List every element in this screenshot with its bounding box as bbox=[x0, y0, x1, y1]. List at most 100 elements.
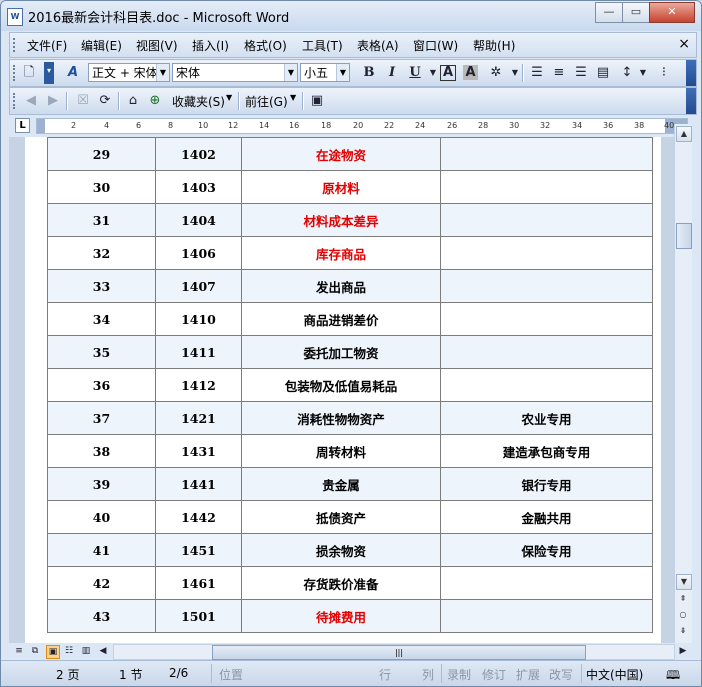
account-name-cell[interactable]: 贵金属 bbox=[241, 467, 441, 501]
account-name-cell[interactable]: 包装物及低值易耗品 bbox=[241, 368, 441, 402]
menu-help[interactable]: 帮助(H) bbox=[473, 37, 515, 54]
chevron-down-icon[interactable]: ▼ bbox=[156, 64, 169, 81]
account-name-cell[interactable]: 材料成本差异 bbox=[241, 203, 441, 237]
account-code-cell[interactable]: 1421 bbox=[155, 401, 242, 435]
select-browse-object-icon[interactable]: ○ bbox=[676, 608, 690, 622]
account-name-cell[interactable]: 在途物资 bbox=[241, 137, 441, 171]
font-select[interactable]: 宋体 ▼ bbox=[172, 63, 298, 82]
account-code-cell[interactable]: 1442 bbox=[155, 500, 242, 534]
menu-file[interactable]: 文件(F) bbox=[27, 37, 67, 54]
remark-cell[interactable]: 农业专用 bbox=[440, 401, 653, 435]
account-name-cell[interactable]: 原材料 bbox=[241, 170, 441, 204]
go-menu[interactable]: 前往(G) bbox=[245, 93, 288, 110]
remark-cell[interactable] bbox=[440, 599, 653, 633]
account-code-cell[interactable]: 1402 bbox=[155, 137, 242, 171]
styles-formatting-icon[interactable]: A bbox=[64, 64, 82, 82]
account-code-cell[interactable]: 1461 bbox=[155, 566, 242, 600]
account-code-cell[interactable]: 1406 bbox=[155, 236, 242, 270]
maximize-button[interactable]: ▭ bbox=[622, 2, 650, 23]
row-number-cell[interactable]: 35 bbox=[47, 335, 156, 369]
web-layout-view-icon[interactable]: ⧉ bbox=[29, 645, 41, 657]
font-size-select[interactable]: 小五 ▼ bbox=[300, 63, 350, 82]
status-record[interactable]: 录制 bbox=[447, 666, 471, 683]
underline-button[interactable]: U bbox=[406, 64, 424, 82]
row-number-cell[interactable]: 42 bbox=[47, 566, 156, 600]
remark-cell[interactable] bbox=[440, 335, 653, 369]
horizontal-scroll-thumb[interactable]: ||| bbox=[212, 645, 586, 660]
row-number-cell[interactable]: 31 bbox=[47, 203, 156, 237]
character-scaling-icon[interactable]: ✲ bbox=[487, 64, 505, 82]
scroll-down-icon[interactable]: ▼ bbox=[676, 574, 692, 590]
vertical-scrollbar[interactable]: ▲ ▼ ⇞ ○ ⇟ bbox=[674, 124, 692, 644]
horizontal-ruler[interactable]: 2 4 6 8 10 12 14 16 18 20 22 24 26 28 30… bbox=[36, 118, 688, 134]
account-name-cell[interactable]: 库存商品 bbox=[241, 236, 441, 270]
account-code-cell[interactable]: 1410 bbox=[155, 302, 242, 336]
menu-edit[interactable]: 编辑(E) bbox=[81, 37, 122, 54]
row-number-cell[interactable]: 29 bbox=[47, 137, 156, 171]
previous-page-icon[interactable]: ⇞ bbox=[676, 592, 690, 606]
row-number-cell[interactable]: 39 bbox=[47, 467, 156, 501]
scroll-right-icon[interactable]: ▶ bbox=[677, 645, 689, 657]
remark-cell[interactable]: 金融共用 bbox=[440, 500, 653, 534]
status-track-changes[interactable]: 修订 bbox=[482, 666, 506, 683]
search-web-icon[interactable]: ⊕ bbox=[146, 92, 164, 110]
align-right-icon[interactable]: ☰ bbox=[572, 64, 590, 82]
favorites-dropdown-icon[interactable]: ▼ bbox=[226, 93, 232, 102]
toolbar-grip[interactable] bbox=[13, 93, 18, 109]
bold-button[interactable]: B bbox=[360, 64, 378, 82]
remark-cell[interactable] bbox=[440, 170, 653, 204]
row-number-cell[interactable]: 36 bbox=[47, 368, 156, 402]
account-code-cell[interactable]: 1411 bbox=[155, 335, 242, 369]
back-icon[interactable]: ◀ bbox=[22, 92, 40, 110]
document-area[interactable]: 29 1402 在途物资 30 1403 原材料 31 1404 材料成本差异 32 1406 库存商… bbox=[9, 137, 675, 643]
menu-window[interactable]: 窗口(W) bbox=[413, 37, 458, 54]
chevron-down-icon[interactable]: ▼ bbox=[336, 64, 349, 81]
favorites-menu[interactable]: 收藏夹(S) bbox=[172, 93, 225, 110]
remark-cell[interactable] bbox=[440, 368, 653, 402]
row-number-cell[interactable]: 41 bbox=[47, 533, 156, 567]
italic-button[interactable]: I bbox=[383, 64, 401, 82]
remark-cell[interactable] bbox=[440, 566, 653, 600]
reading-layout-view-icon[interactable]: ▥ bbox=[80, 645, 92, 657]
home-icon[interactable]: ⌂ bbox=[124, 92, 142, 110]
normal-view-icon[interactable]: ≡ bbox=[13, 645, 25, 657]
vertical-scroll-thumb[interactable] bbox=[676, 223, 692, 249]
account-name-cell[interactable]: 待摊费用 bbox=[241, 599, 441, 633]
account-name-cell[interactable]: 消耗性物物资产 bbox=[241, 401, 441, 435]
next-page-icon[interactable]: ⇟ bbox=[676, 624, 690, 638]
show-only-web-toolbar-icon[interactable]: ▣ bbox=[308, 92, 326, 110]
row-number-cell[interactable]: 33 bbox=[47, 269, 156, 303]
toolbar-overflow-icon[interactable] bbox=[686, 60, 696, 86]
spelling-status-icon[interactable]: 🕮 bbox=[666, 666, 680, 686]
menu-view[interactable]: 视图(V) bbox=[136, 37, 178, 54]
row-number-cell[interactable]: 32 bbox=[47, 236, 156, 270]
remark-cell[interactable] bbox=[440, 137, 653, 171]
remark-cell[interactable] bbox=[440, 236, 653, 270]
remark-cell[interactable] bbox=[440, 203, 653, 237]
account-code-cell[interactable]: 1431 bbox=[155, 434, 242, 468]
refresh-icon[interactable]: ⟳ bbox=[96, 92, 114, 110]
status-language[interactable]: 中文(中国) bbox=[586, 666, 643, 683]
tab-selector-button[interactable]: L bbox=[15, 118, 30, 133]
account-name-cell[interactable]: 周转材料 bbox=[241, 434, 441, 468]
style-select[interactable]: 正文 + 宋体 ▼ bbox=[88, 63, 170, 82]
remark-cell[interactable] bbox=[440, 302, 653, 336]
character-shading-button[interactable]: A bbox=[463, 65, 478, 80]
remark-cell[interactable]: 建造承包商专用 bbox=[440, 434, 653, 468]
minimize-button[interactable]: — bbox=[595, 2, 623, 23]
menu-insert[interactable]: 插入(I) bbox=[192, 37, 229, 54]
account-code-cell[interactable]: 1403 bbox=[155, 170, 242, 204]
menu-table[interactable]: 表格(A) bbox=[357, 37, 399, 54]
row-number-cell[interactable]: 40 bbox=[47, 500, 156, 534]
account-code-cell[interactable]: 1441 bbox=[155, 467, 242, 501]
word-doc-icon[interactable]: W bbox=[7, 8, 23, 26]
new-document-icon[interactable]: 🗋 bbox=[20, 64, 38, 82]
row-number-cell[interactable]: 38 bbox=[47, 434, 156, 468]
account-name-cell[interactable]: 商品进销差价 bbox=[241, 302, 441, 336]
account-name-cell[interactable]: 存货跌价准备 bbox=[241, 566, 441, 600]
toolbar-grip[interactable] bbox=[13, 65, 18, 81]
line-spacing-dropdown-icon[interactable]: ▼ bbox=[634, 64, 652, 82]
remark-cell[interactable]: 保险专用 bbox=[440, 533, 653, 567]
account-code-cell[interactable]: 1501 bbox=[155, 599, 242, 633]
account-name-cell[interactable]: 发出商品 bbox=[241, 269, 441, 303]
